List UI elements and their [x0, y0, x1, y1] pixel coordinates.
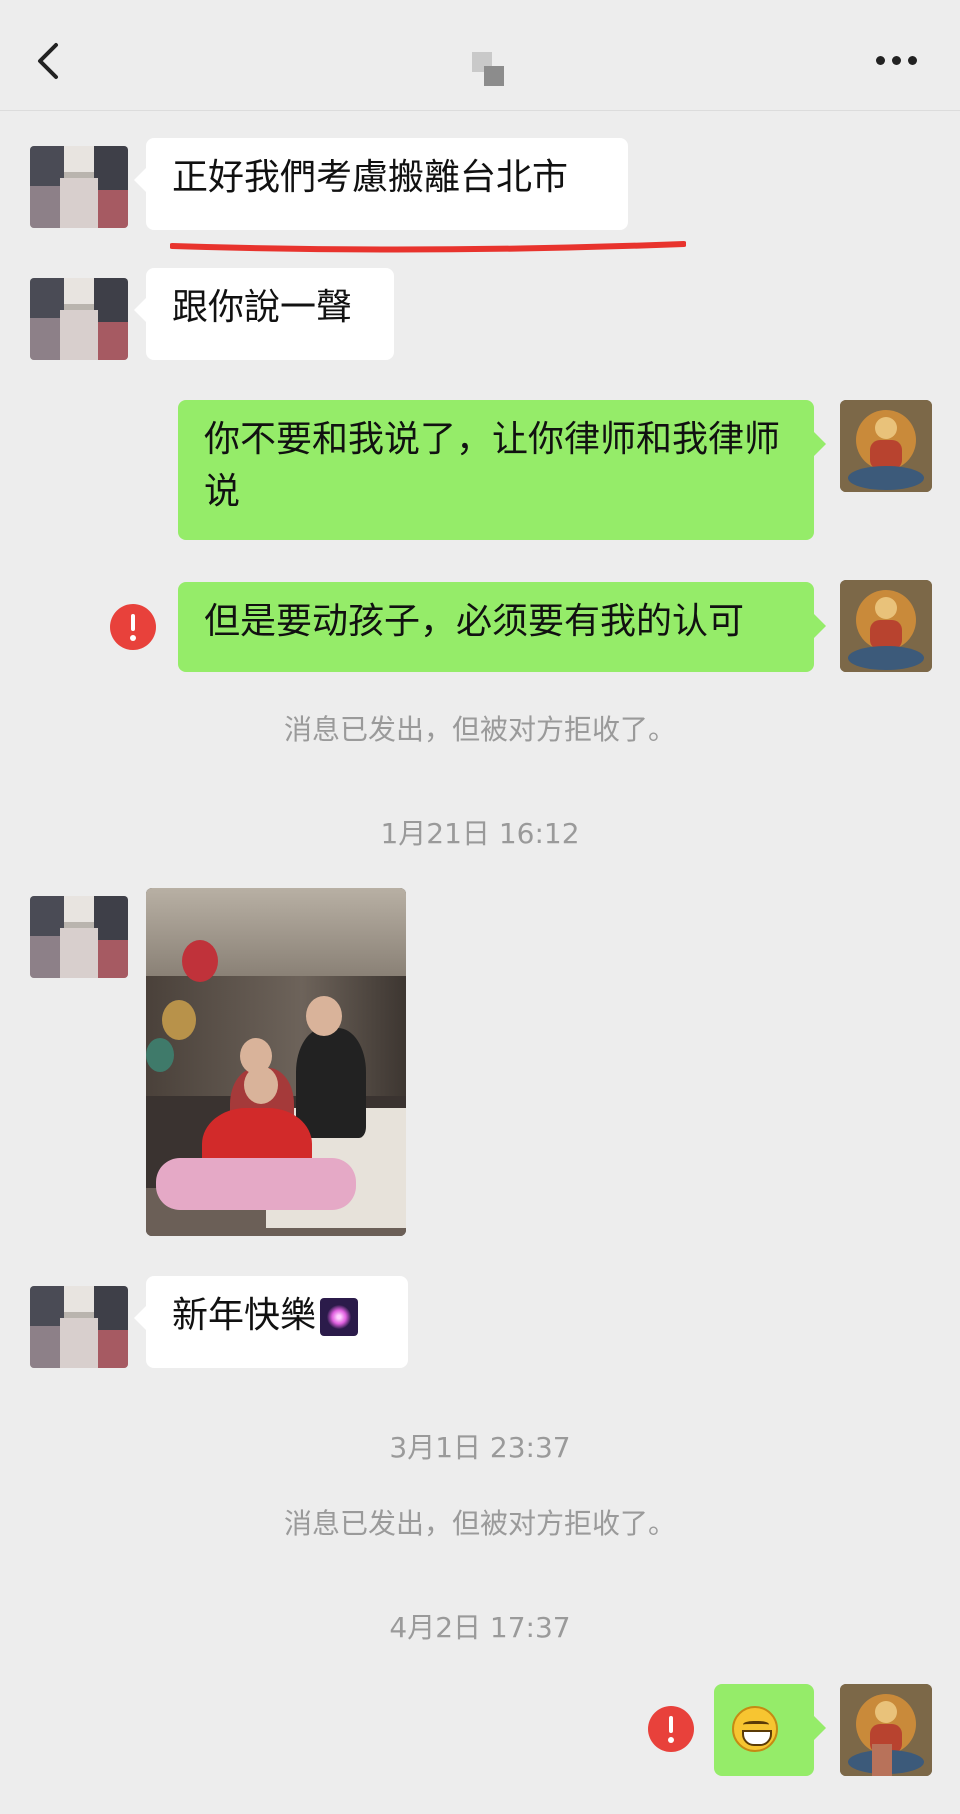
firework-icon — [320, 1298, 359, 1336]
message-bubble-outgoing[interactable]: 但是要动孩子，必须要有我的认可 — [178, 582, 826, 672]
message-text: 正好我們考慮搬離台北市 — [172, 157, 569, 198]
message-text: 但是要动孩子，必须要有我的认可 — [204, 601, 745, 642]
my-avatar[interactable] — [840, 1684, 932, 1776]
contact-avatar[interactable] — [30, 278, 128, 360]
my-avatar[interactable] — [840, 400, 932, 492]
rejected-notice: 消息已发出，但被对方拒收了。 — [283, 1507, 676, 1540]
timestamp: 3月1日 23:37 — [389, 1431, 571, 1464]
message-bubble-incoming[interactable]: 跟你說一聲 — [134, 268, 394, 360]
blurred-chat-title — [472, 52, 506, 86]
contact-avatar[interactable] — [30, 146, 128, 228]
send-failed-icon[interactable] — [648, 1706, 694, 1752]
contact-avatar[interactable] — [30, 1286, 128, 1368]
message-text: 新年快樂 — [172, 1295, 317, 1336]
message-text: 你不要和我说了，让你律师和我律师说 — [204, 419, 781, 512]
message-bubble-incoming[interactable]: 新年快樂 — [134, 1276, 408, 1368]
grin-emoji-icon — [732, 1706, 778, 1752]
timestamp: 1月21日 16:12 — [380, 817, 580, 850]
contact-avatar[interactable] — [30, 896, 128, 978]
send-failed-icon[interactable] — [110, 604, 156, 650]
my-avatar[interactable] — [840, 580, 932, 672]
chat-header — [0, 0, 960, 111]
message-bubble-outgoing[interactable]: 你不要和我说了，让你律师和我律师说 — [178, 400, 826, 540]
red-underline-annotation — [170, 241, 686, 253]
more-dots-icon[interactable] — [876, 54, 920, 68]
family-photo-message[interactable] — [146, 888, 406, 1236]
message-bubble-outgoing[interactable] — [714, 1684, 826, 1776]
message-text: 跟你說一聲 — [172, 287, 353, 328]
back-chevron-icon[interactable] — [34, 42, 64, 80]
message-bubble-incoming[interactable]: 正好我們考慮搬離台北市 — [134, 138, 628, 230]
rejected-notice: 消息已发出，但被对方拒收了。 — [283, 713, 676, 746]
timestamp: 4月2日 17:37 — [389, 1611, 571, 1644]
